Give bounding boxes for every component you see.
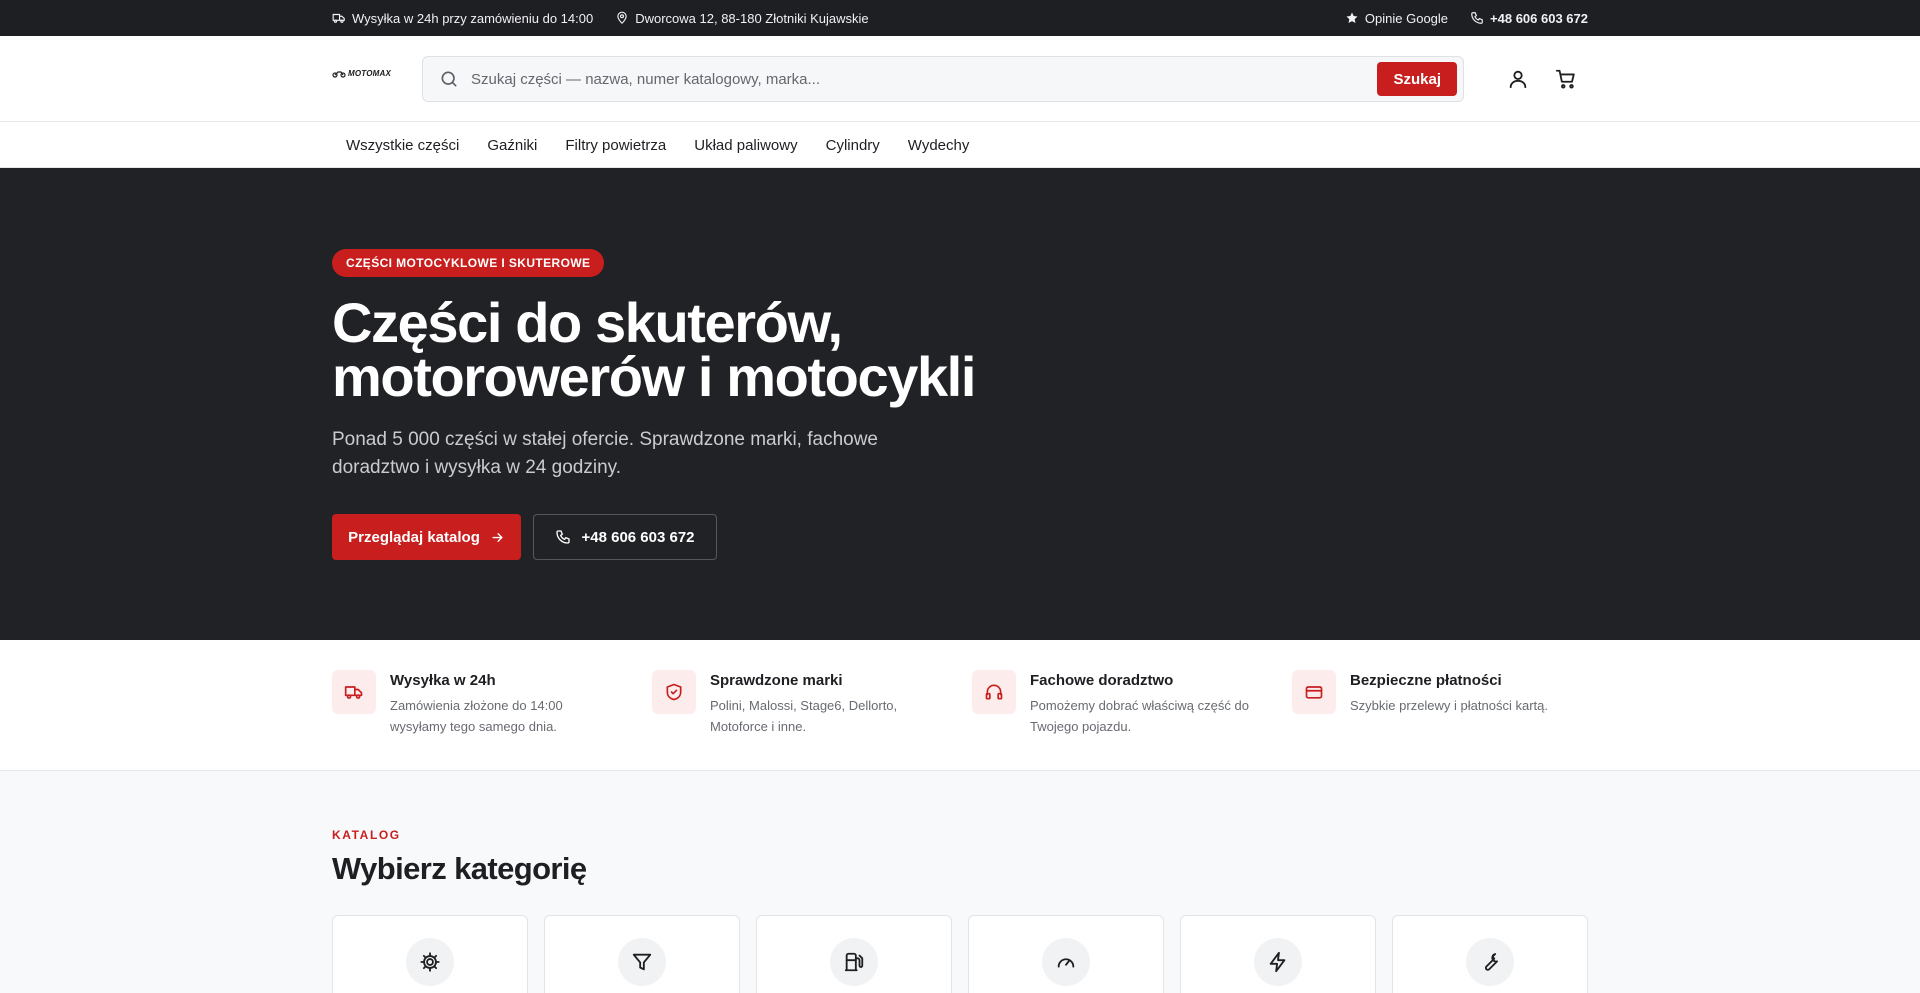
hero-subtitle: Ponad 5 000 części w stałej ofercie. Spr… — [332, 429, 878, 478]
catalog-kicker: KATALOG — [332, 828, 401, 842]
hero-title: Części do skuterów, motorowerów i motocy… — [332, 295, 1092, 405]
feature-title: Fachowe doradztwo — [1030, 672, 1174, 689]
category-card-air-filters[interactable] — [544, 915, 740, 993]
truck-icon — [344, 686, 363, 699]
category-icon-circle — [1466, 938, 1514, 986]
phone-icon — [1471, 12, 1483, 24]
feature-payments-icon-box — [1292, 670, 1336, 714]
feature-advice: Fachowe doradztwo Pomożemy dobrać właści… — [972, 670, 1272, 737]
arrow-right-icon — [492, 532, 503, 542]
category-icon-circle — [830, 938, 878, 986]
gear-icon — [420, 952, 440, 972]
nav-item-all-parts[interactable]: Wszystkie części — [332, 137, 473, 154]
address-text: Dworcowa 12, 88-180 Złotniki Kujawskie — [635, 10, 869, 26]
site-logo[interactable]: MOTOMAX — [332, 69, 391, 78]
shipping-info: Wysyłka w 24h przy zamówieniu do 14:00 — [332, 11, 593, 26]
shipping-text: Wysyłka w 24h przy zamówieniu do 14:00 — [352, 10, 594, 26]
feature-title: Wysyłka w 24h — [390, 672, 496, 689]
search-bar: Szukaj części — nazwa, numer katalogowy,… — [422, 56, 1464, 102]
feature-payments: Bezpieczne płatności Szybkie przelewy i … — [1292, 670, 1592, 716]
category-card-tools[interactable] — [1392, 915, 1588, 993]
topbar-phone-text: +48 606 603 672 — [1490, 10, 1588, 26]
call-phone-button[interactable]: +48 606 603 672 — [533, 514, 717, 560]
category-icon-circle — [406, 938, 454, 986]
category-icon-circle — [1042, 938, 1090, 986]
hero-title-line-2: motorowerów i motocykli — [332, 345, 976, 408]
feature-title: Sprawdzone marki — [710, 672, 843, 689]
hero-section: CZĘŚCI MOTOCYKLOWE I SKUTEROWE Części do… — [0, 168, 1920, 640]
motorcycle-logo-icon — [332, 71, 346, 78]
feature-desc: Zamówienia złożone do 14:00 wysyłamy teg… — [390, 698, 563, 734]
category-icon-circle — [1254, 938, 1302, 986]
feature-title: Bezpieczne płatności — [1350, 672, 1502, 689]
logo-text: MOTOMAX — [348, 69, 392, 78]
category-card-fuel-system[interactable] — [756, 915, 952, 993]
browse-catalog-label: Przeglądaj katalog — [348, 528, 480, 546]
catalog-section: KATALOG Wybierz kategorię — [0, 771, 1920, 993]
filter-icon — [632, 953, 652, 971]
fuel-icon — [844, 952, 864, 972]
search-icon — [441, 71, 457, 87]
google-reviews-link[interactable]: Opinie Google — [1345, 11, 1448, 26]
feature-brands-icon-box — [652, 670, 696, 714]
map-pin-icon — [617, 11, 627, 24]
site-header: MOTOMAX Szukaj części — nazwa, numer kat… — [0, 36, 1920, 122]
credit-card-icon — [1305, 686, 1323, 699]
truck-icon — [332, 13, 345, 23]
category-nav: Wszystkie części Gaźniki Filtry powietrz… — [0, 122, 1920, 168]
category-card-ignition[interactable] — [1180, 915, 1376, 993]
gauge-icon — [1057, 958, 1075, 968]
search-button[interactable]: Szukaj — [1377, 62, 1457, 96]
topbar-phone-link[interactable]: +48 606 603 672 — [1470, 11, 1588, 26]
wrench-icon — [1485, 953, 1498, 971]
nav-item-exhausts[interactable]: Wydechy — [894, 137, 984, 154]
feature-desc: Szybkie przelewy i płatności kartą. — [1350, 698, 1548, 713]
user-icon[interactable] — [1507, 68, 1529, 90]
nav-item-fuel-system[interactable]: Układ paliwowy — [680, 137, 811, 154]
feature-shipping: Wysyłka w 24h Zamówienia złożone do 14:0… — [332, 670, 632, 737]
category-card-cylinders[interactable] — [968, 915, 1164, 993]
catalog-title: Wybierz kategorię — [332, 851, 587, 886]
lightning-icon — [1269, 951, 1286, 973]
feature-desc: Polini, Malossi, Stage6, Dellorto, Motof… — [710, 698, 898, 734]
hero-badge: CZĘŚCI MOTOCYKLOWE I SKUTEROWE — [332, 249, 605, 277]
feature-desc: Pomożemy dobrać właściwą część do Twojeg… — [1030, 698, 1249, 734]
feature-shipping-icon-box — [332, 670, 376, 714]
feature-brands: Sprawdzone marki Polini, Malossi, Stage6… — [652, 670, 952, 737]
category-card-carburetors[interactable] — [332, 915, 528, 993]
top-info-bar: Wysyłka w 24h przy zamówieniu do 14:00 D… — [0, 0, 1920, 36]
nav-item-carburetors[interactable]: Gaźniki — [473, 137, 551, 154]
features-strip: Wysyłka w 24h Zamówienia złożone do 14:0… — [0, 640, 1920, 771]
call-phone-label: +48 606 603 672 — [581, 528, 695, 546]
reviews-label: Opinie Google — [1364, 10, 1449, 26]
browse-catalog-button[interactable]: Przeglądaj katalog — [332, 514, 521, 560]
feature-advice-icon-box — [972, 670, 1016, 714]
search-input[interactable]: Szukaj części — nazwa, numer katalogowy,… — [471, 71, 1377, 88]
nav-item-cylinders[interactable]: Cylindry — [812, 137, 894, 154]
address-info: Dworcowa 12, 88-180 Złotniki Kujawskie — [615, 10, 869, 26]
shield-check-icon — [666, 683, 682, 701]
category-icon-circle — [618, 938, 666, 986]
nav-item-air-filters[interactable]: Filtry powietrza — [551, 137, 680, 154]
headphones-icon — [985, 684, 1003, 700]
star-icon — [1346, 12, 1358, 24]
cart-icon[interactable] — [1555, 68, 1577, 90]
phone-icon — [556, 530, 571, 544]
